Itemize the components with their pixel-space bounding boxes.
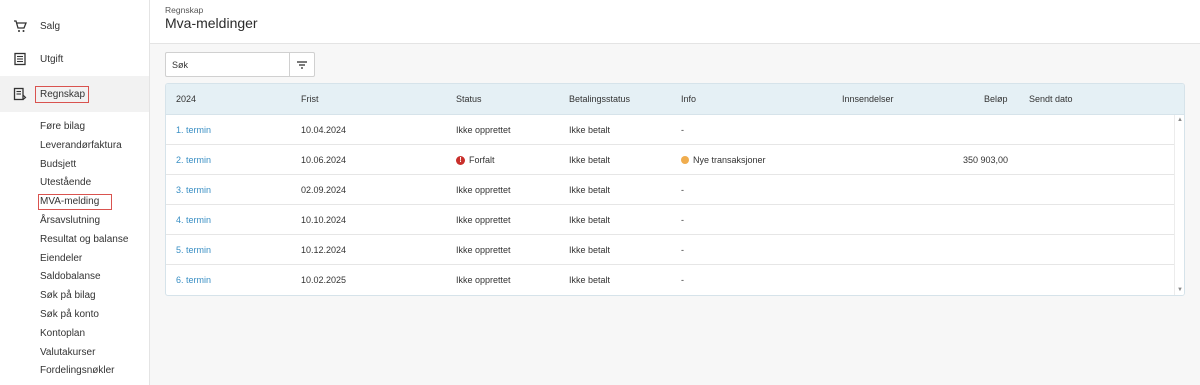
subnav-item-sok-pa-konto[interactable]: Søk på konto [40, 306, 128, 325]
scroll-down-icon[interactable]: ▼ [1177, 287, 1183, 293]
betaling-cell: Ikke betalt [569, 275, 611, 285]
table-row[interactable]: 2. termin 10.06.2024 ! Forfalt Ikke beta… [166, 145, 1174, 175]
sidebar-item-salg[interactable]: Salg [0, 8, 149, 44]
subnav-item-saldobalanse[interactable]: Saldobalanse [40, 268, 128, 287]
info-cell: - [681, 185, 684, 195]
subnav-item-resultat-og-balanse[interactable]: Resultat og balanse [40, 231, 128, 250]
column-header-info[interactable]: Info [681, 94, 696, 104]
column-header-innsendelser[interactable]: Innsendelser [842, 94, 894, 104]
table-header: 2024 Frist Status Betalingsstatus Info I… [166, 84, 1184, 115]
betaling-cell: Ikke betalt [569, 155, 611, 165]
ledger-icon [13, 52, 27, 66]
info-cell: - [681, 275, 684, 285]
sidebar-item-label: Regnskap [35, 85, 90, 103]
column-header-status[interactable]: Status [456, 94, 482, 104]
termin-link[interactable]: 3. termin [176, 185, 211, 195]
frist-cell: 10.12.2024 [301, 245, 347, 255]
page-title: Mva-meldinger [165, 15, 258, 31]
frist-cell: 10.02.2025 [301, 275, 347, 285]
search-box [165, 52, 315, 77]
subnav-item-arsavslutning[interactable]: Årsavslutning [40, 212, 128, 231]
sidebar-subnav: Føre bilag Leverandørfaktura Budsjett Ut… [38, 118, 128, 381]
cart-icon [13, 19, 27, 33]
termin-link[interactable]: 5. termin [176, 245, 211, 255]
search-input[interactable] [166, 53, 289, 76]
status-cell: Ikke opprettet [456, 185, 511, 195]
subnav-item-utestaende[interactable]: Utestående [40, 174, 128, 193]
table-row[interactable]: 4. termin 10.10.2024 Ikke opprettet Ikke… [166, 205, 1174, 235]
info-cell: - [681, 125, 684, 135]
scroll-up-icon[interactable]: ▲ [1177, 117, 1183, 123]
subnav-item-budsjett[interactable]: Budsjett [40, 156, 128, 175]
status-cell: ! Forfalt [456, 155, 495, 165]
sidebar-item-label: Utgift [40, 53, 64, 65]
column-header-sendt-dato[interactable]: Sendt dato [1029, 94, 1073, 104]
sidebar: Salg Utgift Regnskap Føre bilag Leverand… [0, 0, 150, 385]
main-content: Regnskap Mva-meldinger 2024 Frist Status… [150, 0, 1200, 385]
termin-link[interactable]: 4. termin [176, 215, 211, 225]
subnav-item-fore-bilag[interactable]: Føre bilag [40, 118, 128, 137]
betaling-cell: Ikke betalt [569, 215, 611, 225]
subnav-item-fordelingsnokler[interactable]: Fordelingsnøkler [40, 362, 128, 381]
sidebar-item-utgift[interactable]: Utgift [0, 41, 149, 77]
warning-dot-icon [681, 156, 689, 164]
status-cell: Ikke opprettet [456, 125, 511, 135]
subnav-item-eiendeler[interactable]: Eiendeler [40, 250, 128, 269]
sidebar-item-regnskap[interactable]: Regnskap [0, 76, 149, 112]
termin-link[interactable]: 2. termin [176, 155, 211, 165]
subnav-item-leverandorfaktura[interactable]: Leverandørfaktura [40, 137, 128, 156]
belop-cell: 350 903,00 [963, 155, 1009, 165]
table-row[interactable]: 5. termin 10.12.2024 Ikke opprettet Ikke… [166, 235, 1174, 265]
filter-button[interactable] [289, 53, 314, 76]
table-row[interactable]: 1. termin 10.04.2024 Ikke opprettet Ikke… [166, 115, 1174, 145]
table-row[interactable]: 3. termin 02.09.2024 Ikke opprettet Ikke… [166, 175, 1174, 205]
subnav-item-mva-melding[interactable]: MVA-melding [38, 194, 112, 211]
betaling-cell: Ikke betalt [569, 185, 611, 195]
subnav-item-sok-pa-bilag[interactable]: Søk på bilag [40, 287, 128, 306]
status-cell: Ikke opprettet [456, 215, 511, 225]
column-header-year[interactable]: 2024 [176, 94, 196, 104]
info-cell: - [681, 245, 684, 255]
filter-icon [297, 60, 307, 69]
column-header-betalingsstatus[interactable]: Betalingsstatus [569, 94, 630, 104]
table-row[interactable]: 6. termin 10.02.2025 Ikke opprettet Ikke… [166, 265, 1174, 295]
error-icon: ! [456, 155, 465, 165]
info-cell: - [681, 215, 684, 225]
termin-link[interactable]: 1. termin [176, 125, 211, 135]
sidebar-item-label: Salg [40, 20, 61, 32]
subnav-item-kontoplan[interactable]: Kontoplan [40, 325, 128, 344]
frist-cell: 10.04.2024 [301, 125, 347, 135]
info-cell: Nye transaksjoner [681, 155, 766, 165]
column-header-belop[interactable]: Beløp [984, 94, 1008, 104]
page-header: Regnskap Mva-meldinger [150, 0, 1200, 44]
accounting-icon [13, 87, 27, 101]
subnav-item-valutakurser[interactable]: Valutakurser [40, 344, 128, 363]
termin-link[interactable]: 6. termin [176, 275, 211, 285]
column-header-frist[interactable]: Frist [301, 94, 319, 104]
status-cell: Ikke opprettet [456, 275, 511, 285]
frist-cell: 02.09.2024 [301, 185, 347, 195]
breadcrumb[interactable]: Regnskap [165, 5, 203, 15]
status-cell: Ikke opprettet [456, 245, 511, 255]
betaling-cell: Ikke betalt [569, 245, 611, 255]
info-text: Nye transaksjoner [693, 155, 766, 165]
status-text: Forfalt [469, 155, 495, 165]
betaling-cell: Ikke betalt [569, 125, 611, 135]
mva-table: 2024 Frist Status Betalingsstatus Info I… [165, 83, 1185, 296]
table-scrollbar[interactable]: ▲ ▼ [1174, 115, 1184, 295]
frist-cell: 10.10.2024 [301, 215, 347, 225]
frist-cell: 10.06.2024 [301, 155, 347, 165]
